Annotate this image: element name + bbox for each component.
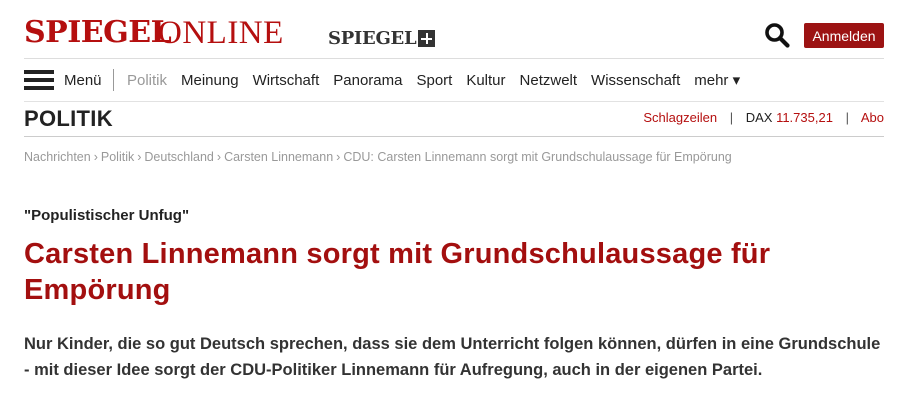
main-navigation: Menü Politik Meinung Wirtschaft Panorama…	[24, 58, 884, 102]
breadcrumb-item-deutschland[interactable]: Deutschland	[144, 150, 214, 164]
breadcrumb-item-nachrichten[interactable]: Nachrichten	[24, 150, 91, 164]
article-headline: Carsten Linnemann sorgt mit Grundschulau…	[24, 238, 771, 306]
breadcrumb-separator: ›	[336, 150, 341, 164]
search-button[interactable]	[764, 22, 790, 48]
nav-item-wissenschaft[interactable]: Wissenschaft	[591, 72, 680, 89]
nav-item-kultur[interactable]: Kultur	[466, 72, 505, 89]
menu-button[interactable]: Menü	[24, 59, 102, 101]
nav-item-meinung[interactable]: Meinung	[181, 72, 239, 89]
section-links: Schlagzeilen | DAX 11.735,21 | Abo	[643, 110, 884, 125]
nav-item-sport[interactable]: Sport	[416, 72, 452, 89]
search-icon	[765, 23, 790, 48]
nav-item-netzwelt[interactable]: Netzwelt	[520, 72, 578, 89]
page: SPIEGEL ONLINE SPIEGEL Anmelden Menü Pol…	[0, 0, 899, 403]
nav-item-wirtschaft[interactable]: Wirtschaft	[253, 72, 320, 89]
nav-item-politik[interactable]: Politik	[127, 72, 167, 89]
link-separator: |	[729, 110, 734, 125]
menu-label: Menü	[64, 71, 102, 89]
hamburger-menu-icon	[24, 70, 54, 90]
breadcrumb-separator: ›	[93, 150, 98, 164]
dax-value: 11.735,21	[776, 110, 833, 125]
logo-spiegel-text: SPIEGEL	[24, 15, 172, 50]
article-intro: Nur Kinder, die so gut Deutsch sprechen,…	[24, 335, 881, 379]
section-bar: POLITIK Schlagzeilen | DAX 11.735,21 | A…	[24, 100, 884, 137]
breadcrumb-current: CDU: Carsten Linnemann sorgt mit Grundsc…	[343, 150, 732, 164]
breadcrumb-separator: ›	[137, 150, 142, 164]
article-kicker: "Populistischer Unfug"	[24, 207, 190, 224]
login-button[interactable]: Anmelden	[804, 23, 884, 48]
breadcrumb-item-politik[interactable]: Politik	[101, 150, 134, 164]
dax-ticker[interactable]: DAX 11.735,21	[746, 110, 833, 125]
dax-label: DAX	[745, 110, 773, 125]
nav-more-dropdown[interactable]: mehr ▾	[694, 71, 740, 89]
abo-link[interactable]: Abo	[861, 110, 884, 125]
headlines-link[interactable]: Schlagzeilen	[643, 110, 717, 125]
breadcrumb-separator: ›	[216, 150, 222, 164]
site-header: SPIEGEL ONLINE SPIEGEL Anmelden	[24, 14, 884, 56]
breadcrumb: Nachrichten › Politik › Deutschland › Carsten …	[24, 150, 884, 164]
nav-divider	[113, 69, 114, 91]
breadcrumb-item-linnemann[interactable]: Carsten Linnemann	[224, 150, 333, 164]
spiegel-plus-text: SPIEGEL	[328, 28, 417, 49]
plus-icon	[418, 30, 436, 47]
spiegel-plus-logo[interactable]: SPIEGEL	[328, 28, 436, 50]
link-separator: |	[845, 110, 849, 125]
logo-online-text: ONLINE	[158, 15, 284, 51]
section-title[interactable]: POLITIK	[24, 106, 113, 132]
nav-item-panorama[interactable]: Panorama	[333, 72, 402, 89]
nav-items: Politik Meinung Wirtschaft Panorama Spor…	[127, 59, 740, 101]
